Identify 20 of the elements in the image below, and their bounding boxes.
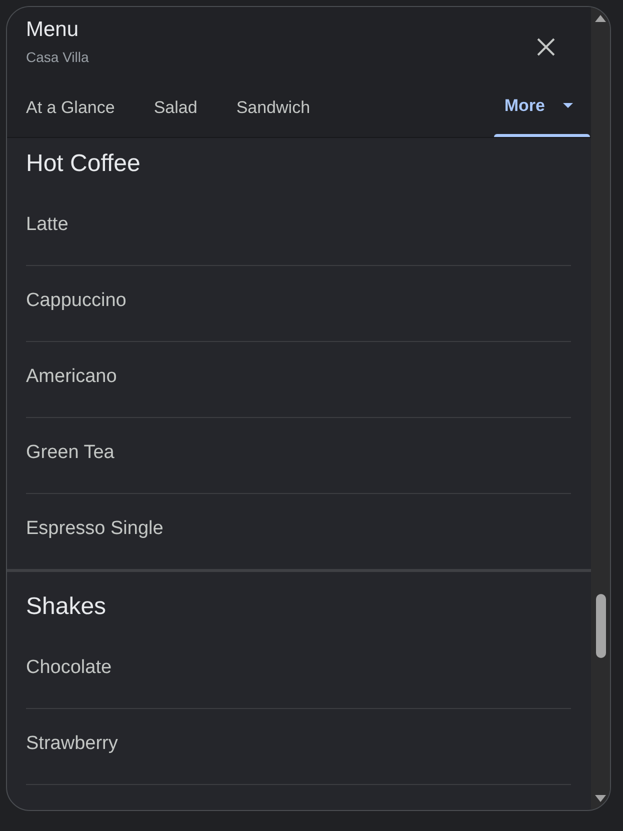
menu-item: Espresso Single	[26, 517, 164, 541]
caret-icon	[563, 103, 573, 108]
tab[interactable]: Salad	[134, 78, 216, 137]
menu-item: Chocolate	[26, 633, 571, 709]
menu-item: Cappuccino	[26, 266, 571, 342]
more-tab[interactable]: More	[494, 78, 590, 137]
section-heading: Shakes	[25, 592, 108, 622]
menu-item: Americano	[26, 342, 571, 418]
panel-subtitle: Casa Villa	[26, 48, 89, 66]
tab[interactable]: At a Glance	[7, 78, 134, 137]
scrollbar-thumb[interactable]	[596, 594, 606, 658]
menu-item: Green Tea	[26, 418, 571, 494]
menu-item: Latte	[26, 190, 571, 266]
panel-title: Menu	[26, 18, 79, 42]
close-icon	[537, 38, 555, 56]
scroll-down-arrow-icon[interactable]	[595, 795, 606, 802]
menu-item: Strawberry	[26, 709, 571, 785]
scroll-up-arrow-icon[interactable]	[595, 15, 606, 22]
section-heading: Hot Coffee	[25, 149, 142, 179]
tab[interactable]: Sandwich	[216, 78, 330, 137]
